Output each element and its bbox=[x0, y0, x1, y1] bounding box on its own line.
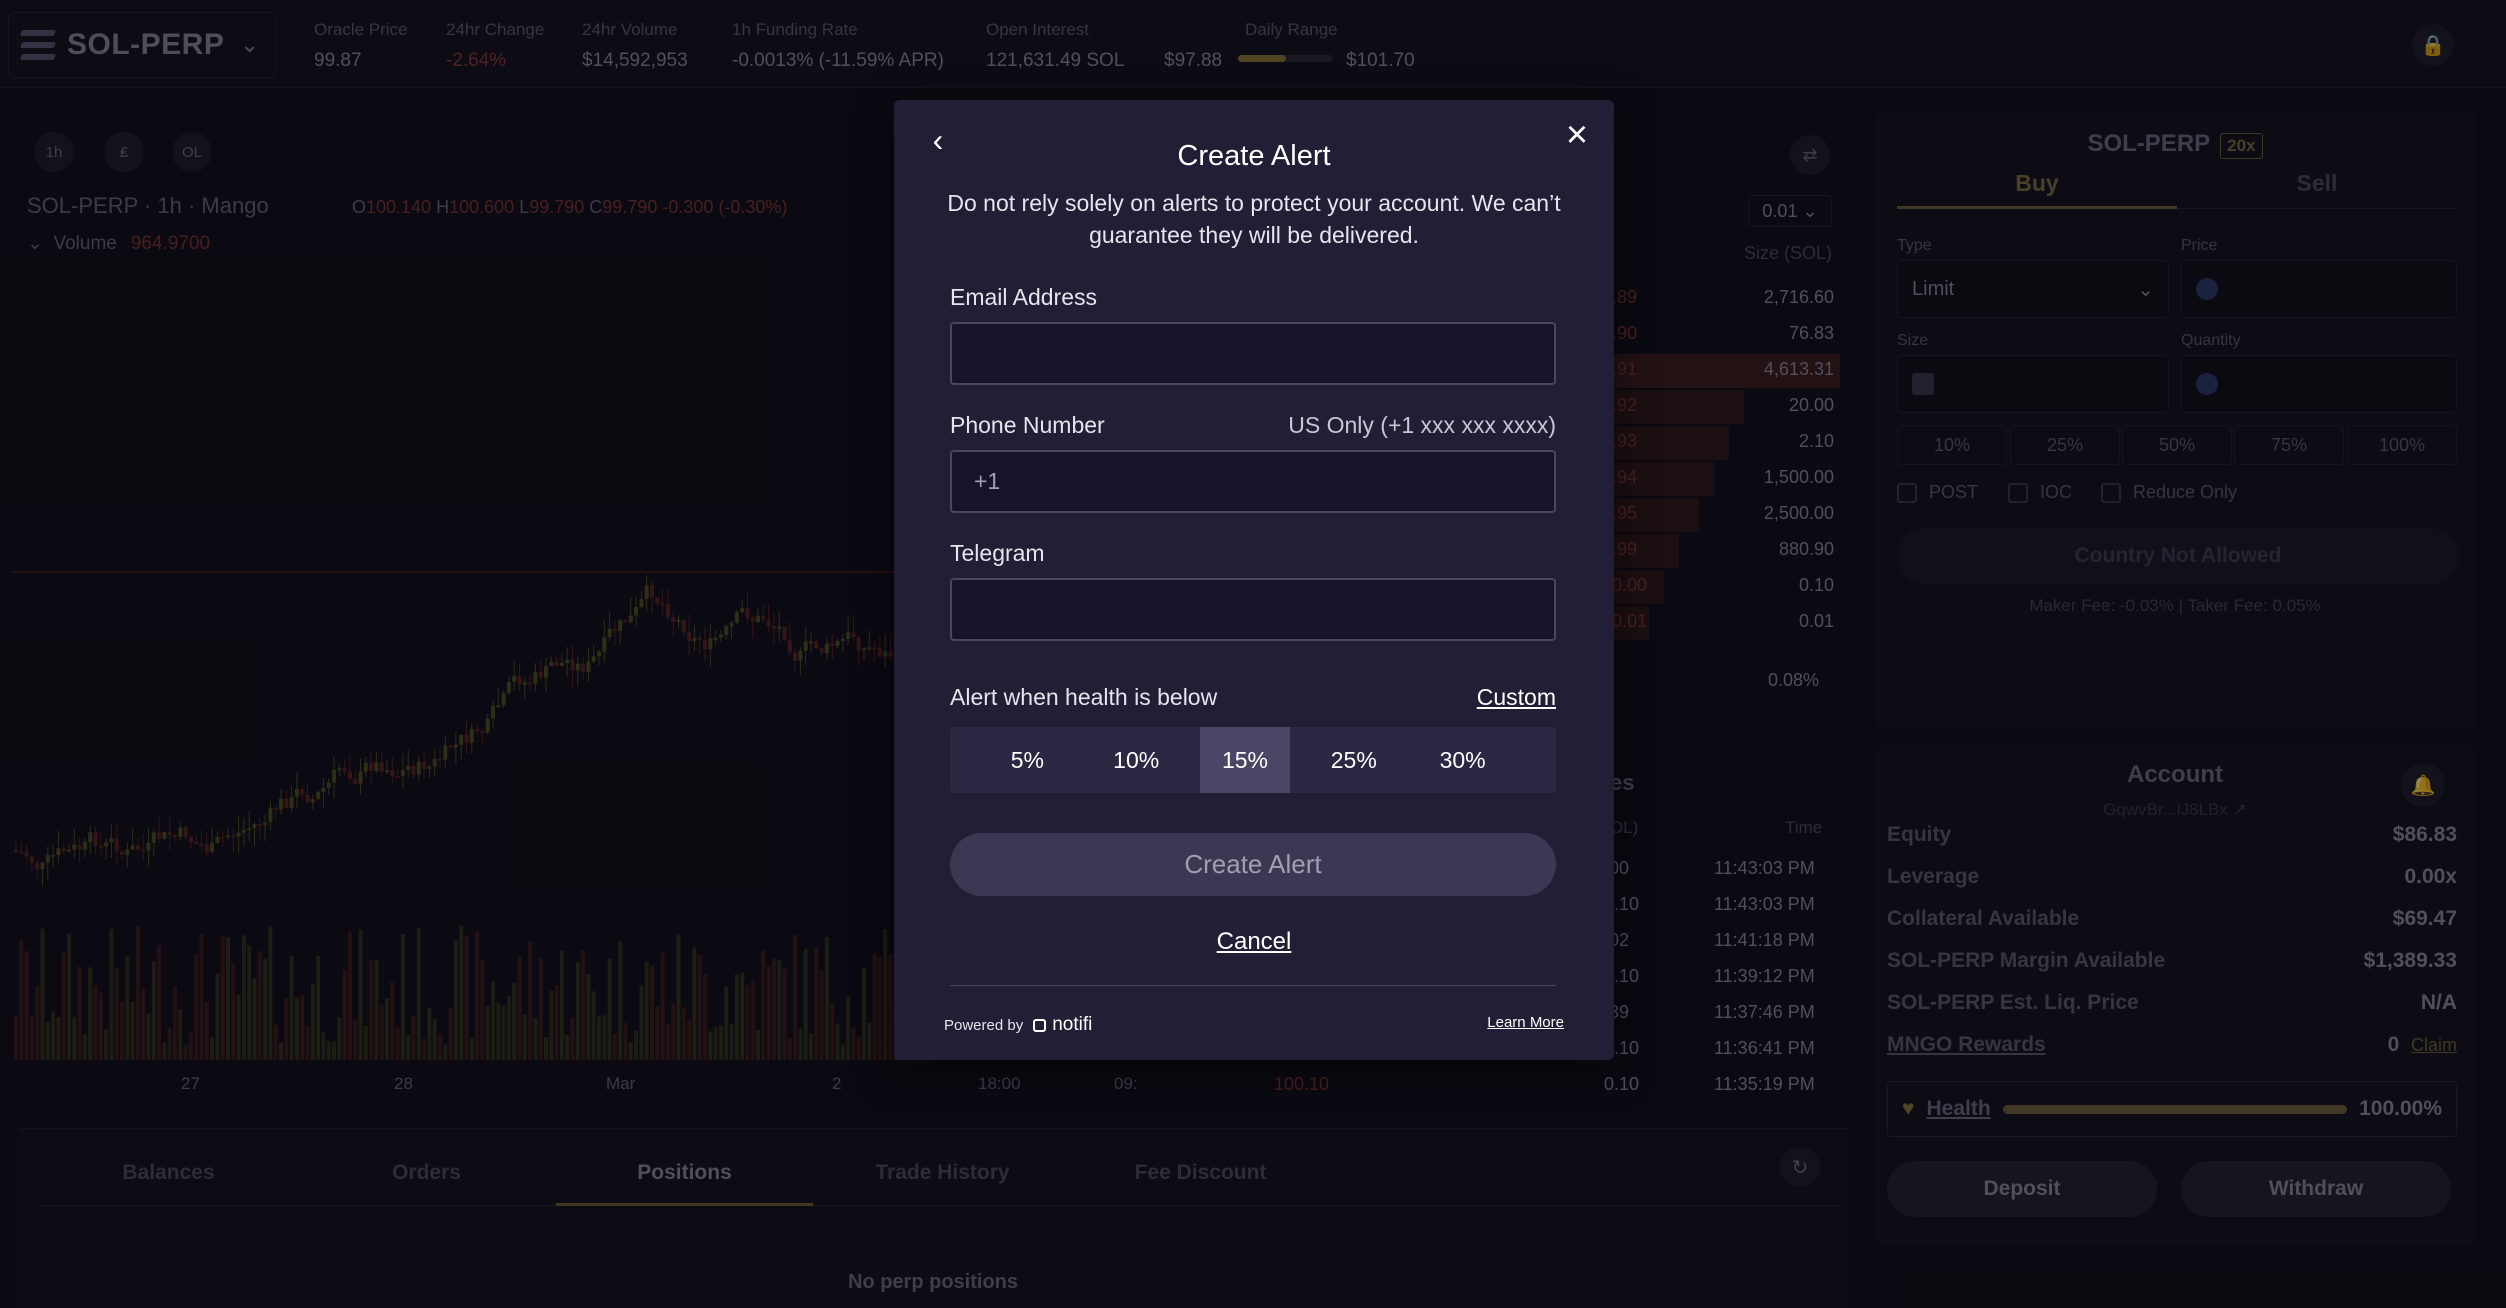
telegram-field[interactable] bbox=[950, 578, 1556, 641]
custom-threshold-link[interactable]: Custom bbox=[1477, 684, 1556, 711]
threshold-option[interactable]: 25% bbox=[1308, 727, 1399, 793]
telegram-label: Telegram bbox=[950, 540, 1045, 566]
modal-divider bbox=[950, 985, 1556, 986]
email-field[interactable] bbox=[950, 322, 1556, 385]
create-alert-modal: ‹ × Create Alert Do not rely solely on a… bbox=[894, 100, 1614, 1060]
phone-label: Phone Number bbox=[950, 412, 1105, 438]
phone-hint: US Only (+1 xxx xxx xxxx) bbox=[1288, 412, 1556, 438]
modal-title: Create Alert bbox=[1177, 140, 1331, 172]
email-label: Email Address bbox=[950, 284, 1098, 310]
cancel-link[interactable]: Cancel bbox=[894, 928, 1614, 956]
create-alert-button[interactable]: Create Alert bbox=[950, 833, 1556, 896]
health-threshold-label: Alert when health is below bbox=[950, 684, 1218, 710]
threshold-option-selected[interactable]: 15% bbox=[1199, 727, 1291, 793]
notifi-logo: notifi bbox=[1033, 1014, 1092, 1036]
notifi-icon bbox=[1033, 1018, 1047, 1032]
threshold-option[interactable]: 5% bbox=[982, 727, 1073, 793]
health-threshold-selector: 5% 10% 15% 25% 30% bbox=[950, 727, 1556, 793]
threshold-option[interactable]: 30% bbox=[1417, 727, 1508, 793]
phone-field[interactable] bbox=[950, 450, 1556, 513]
learn-more-link[interactable]: Learn More bbox=[1487, 1014, 1564, 1031]
powered-by: Powered by notifi bbox=[944, 1014, 1093, 1036]
alert-warning-text: Do not rely solely on alerts to protect … bbox=[947, 190, 1561, 248]
threshold-option[interactable]: 10% bbox=[1091, 727, 1182, 793]
